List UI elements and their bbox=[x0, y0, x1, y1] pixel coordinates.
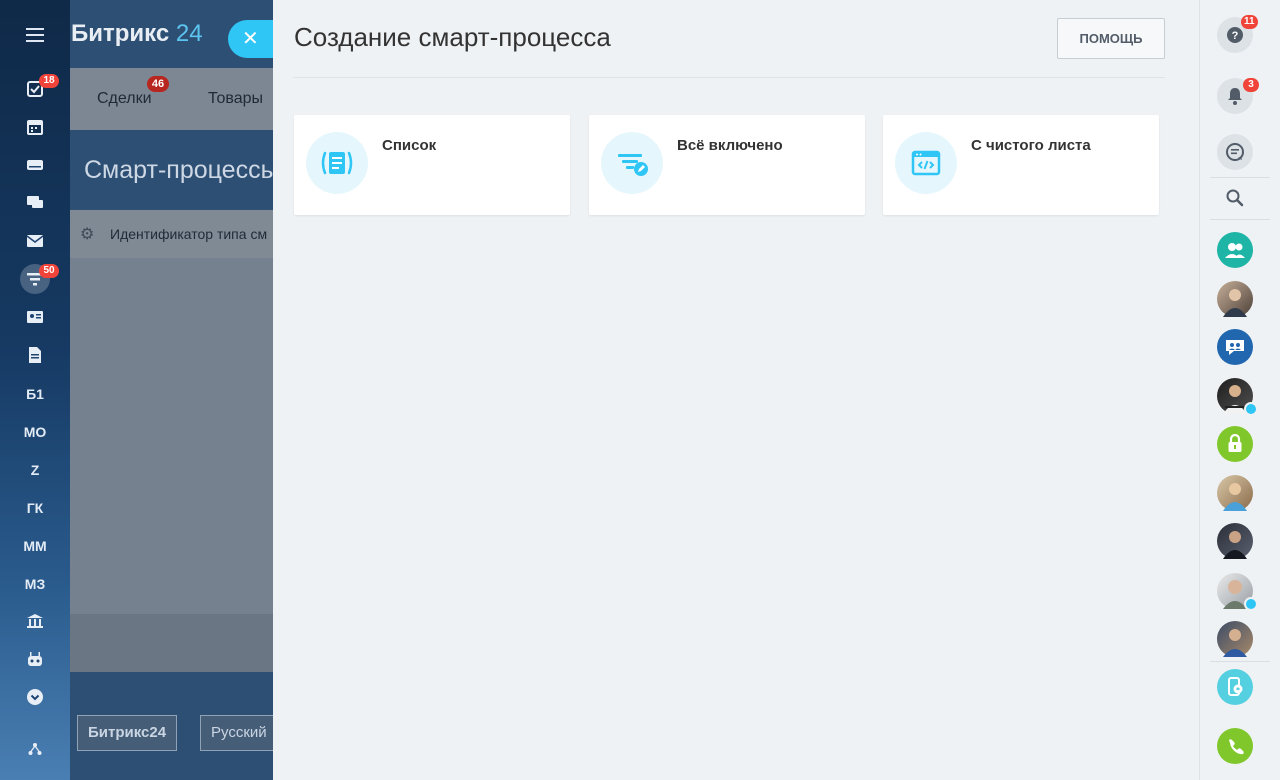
messenger-chat-icon[interactable] bbox=[1217, 134, 1253, 170]
mail-status-icon bbox=[1244, 402, 1258, 416]
mail-status-icon bbox=[1244, 597, 1258, 611]
menu-burger-icon[interactable] bbox=[26, 28, 44, 46]
card-from-scratch[interactable]: С чистого листа bbox=[883, 115, 1159, 215]
card-list-label: Список bbox=[382, 137, 437, 154]
nav-item-z[interactable]: Z bbox=[0, 462, 70, 478]
nav-robot-icon[interactable] bbox=[20, 644, 50, 674]
lock-icon[interactable] bbox=[1217, 426, 1253, 462]
avatar[interactable] bbox=[1217, 621, 1253, 657]
mobile-app-icon[interactable] bbox=[1217, 669, 1253, 705]
card-all-inclusive-label: Всё включено bbox=[677, 137, 783, 154]
open-lines-chat-icon[interactable] bbox=[1217, 329, 1253, 365]
language-select[interactable]: Русский bbox=[200, 715, 280, 751]
notifications-badge: 3 bbox=[1243, 78, 1259, 92]
list-icon bbox=[306, 132, 368, 194]
nav-bank-icon[interactable] bbox=[20, 606, 50, 636]
card-list[interactable]: Список bbox=[294, 115, 570, 215]
nav-crm-badge: 50 bbox=[39, 264, 59, 278]
tab-products[interactable]: Товары bbox=[208, 90, 263, 108]
bitrix24-logo[interactable]: Битрикс 24 bbox=[71, 20, 203, 48]
phone-call-icon[interactable] bbox=[1217, 728, 1253, 764]
footer-brand-button[interactable]: Битрикс24 bbox=[77, 715, 178, 751]
nav-item-mz[interactable]: МЗ bbox=[0, 576, 70, 592]
grid-header: ⚙ Идентификатор типа см bbox=[70, 210, 280, 258]
nav-mail-icon[interactable] bbox=[20, 226, 50, 256]
nav-calendar-icon[interactable] bbox=[20, 112, 50, 142]
code-window-icon bbox=[895, 132, 957, 194]
grid-footer bbox=[70, 614, 280, 672]
rail-separator bbox=[1210, 661, 1270, 662]
nav-more-chevron-icon[interactable] bbox=[20, 682, 50, 712]
grid-column-header: Идентификатор типа см bbox=[110, 226, 268, 242]
nav-item-gk[interactable]: ГК bbox=[0, 500, 70, 516]
avatar[interactable] bbox=[1217, 281, 1253, 317]
avatar[interactable] bbox=[1217, 523, 1253, 559]
card-from-scratch-label: С чистого листа bbox=[971, 137, 1091, 154]
nav-tasks-badge: 18 bbox=[39, 74, 59, 88]
filter-edit-icon bbox=[601, 132, 663, 194]
nav-item-mo[interactable]: МО bbox=[0, 424, 70, 440]
nav-sitemap-icon[interactable] bbox=[20, 734, 50, 764]
slider-title: Создание смарт-процесса bbox=[294, 22, 611, 52]
nav-drive-icon[interactable] bbox=[20, 150, 50, 180]
card-all-inclusive[interactable]: Всё включено bbox=[589, 115, 865, 215]
left-nav-rail: 18 50 Б1 МО Z ГК ММ МЗ bbox=[0, 0, 70, 780]
avatar[interactable] bbox=[1217, 475, 1253, 511]
rail-separator bbox=[1210, 219, 1270, 220]
group-chat-icon[interactable] bbox=[1217, 232, 1253, 268]
tab-deals[interactable]: Сделки bbox=[97, 90, 152, 108]
close-slider-button[interactable]: ✕ bbox=[228, 20, 274, 58]
svg-text:?: ? bbox=[1232, 30, 1239, 42]
nav-item-mm[interactable]: ММ bbox=[0, 538, 70, 554]
title-divider bbox=[293, 77, 1165, 78]
nav-document-icon[interactable] bbox=[20, 340, 50, 370]
rail-separator bbox=[1210, 177, 1270, 178]
crm-tabs: Сделки 46 Товары bbox=[70, 68, 280, 130]
tab-deals-badge: 46 bbox=[147, 76, 169, 92]
create-smart-process-slider: Создание смарт-процесса ПОМОЩЬ Список Вс… bbox=[273, 0, 1199, 780]
grid-body bbox=[70, 258, 280, 614]
nav-item-b1[interactable]: Б1 bbox=[0, 386, 70, 402]
right-rail: ? 11 3 bbox=[1199, 0, 1280, 780]
search-icon[interactable] bbox=[1217, 180, 1253, 216]
nav-contact-card-icon[interactable] bbox=[20, 302, 50, 332]
background-page-title: Смарт-процессы bbox=[84, 156, 279, 184]
nav-chat-icon[interactable] bbox=[20, 188, 50, 218]
gear-icon[interactable]: ⚙ bbox=[80, 224, 94, 244]
help-badge: 11 bbox=[1241, 15, 1258, 29]
help-button[interactable]: ПОМОЩЬ bbox=[1057, 18, 1165, 59]
